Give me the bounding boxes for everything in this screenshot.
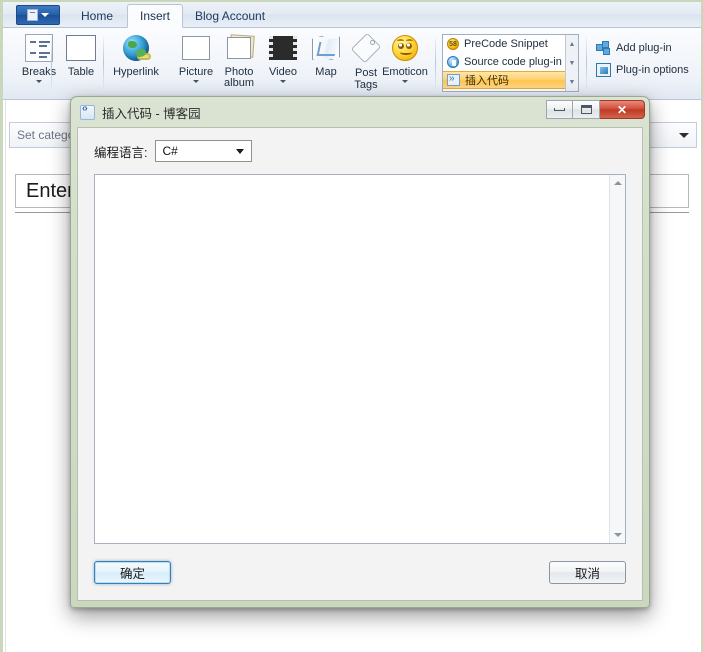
dialog-body: 编程语言: C# 确定 取消: [77, 127, 643, 601]
ribbon-button-hyperlink-label: Hyperlink: [113, 66, 159, 78]
gallery-item-source-code-plugin[interactable]: Source code plug-in: [443, 53, 578, 71]
tab-home[interactable]: Home: [69, 4, 125, 28]
gallery-item-source-code-plugin-label: Source code plug-in: [464, 56, 562, 68]
map-icon: [312, 31, 340, 65]
code-textarea-scrollbar[interactable]: [609, 175, 625, 543]
cancel-button[interactable]: 取消: [549, 561, 626, 584]
tab-insert-label: Insert: [140, 9, 171, 23]
minimize-icon: [554, 108, 565, 111]
ok-button-label: 确定: [119, 567, 145, 581]
precode-snippet-icon: 58: [447, 38, 459, 50]
editor-left-rule: [5, 100, 6, 652]
tag-icon: [350, 31, 382, 65]
scroll-up-arrow-icon[interactable]: [610, 175, 625, 191]
close-button[interactable]: ✕: [600, 100, 645, 119]
plugin-options-button[interactable]: Plug-in options: [593, 60, 692, 80]
ribbon-button-emoticon-label: Emoticon: [382, 66, 428, 78]
tab-home-label: Home: [81, 9, 114, 23]
group-separator: [435, 34, 436, 92]
ribbon-insert-panel: Breaks Table Hyperlink Picture Photo alb…: [3, 28, 701, 111]
ribbon-button-table-label: Table: [67, 66, 95, 78]
picture-icon: [182, 31, 210, 65]
ribbon-button-emoticon[interactable]: Emoticon: [377, 31, 433, 95]
gallery-item-precode-snippet-label: PreCode Snippet: [464, 38, 548, 50]
photo-album-icon: [224, 31, 255, 65]
tab-blog-account-label: Blog Account: [195, 9, 266, 23]
breaks-icon: [25, 31, 53, 65]
chevron-down-icon[interactable]: [36, 80, 42, 83]
emoticon-smiley-icon: [392, 31, 418, 65]
insert-code-plugin-icon: [447, 73, 460, 86]
tab-blog-account[interactable]: Blog Account: [183, 4, 277, 28]
dialog-title: 插入代码 - 博客园: [102, 106, 201, 121]
gallery-scrollbar[interactable]: ▲ ▼ ▼: [565, 35, 578, 91]
application-menu-icon: [27, 9, 38, 21]
language-label: 编程语言:: [94, 145, 148, 160]
table-icon: [66, 31, 96, 65]
insert-code-dialog-icon: [80, 103, 95, 120]
plugin-options-label: Plug-in options: [616, 64, 689, 76]
video-filmstrip-icon: [269, 31, 297, 65]
gallery-scroll-down-icon[interactable]: ▼: [566, 54, 578, 73]
add-plugin-button[interactable]: Add plug-in: [593, 38, 675, 58]
chevron-down-icon[interactable]: [193, 80, 199, 83]
chevron-down-icon[interactable]: [402, 80, 408, 83]
maximize-icon: [580, 105, 592, 114]
language-select-value: C#: [162, 144, 178, 158]
application-window: Home Insert Blog Account Breaks Table Hy…: [0, 0, 703, 652]
chevron-down-icon: [236, 148, 245, 154]
chevron-down-icon[interactable]: [679, 132, 689, 138]
gallery-item-precode-snippet[interactable]: 58 PreCode Snippet: [443, 35, 578, 53]
application-menu-button[interactable]: [16, 5, 60, 25]
close-icon: ✕: [616, 102, 628, 117]
cancel-button-label: 取消: [574, 567, 600, 581]
ok-button[interactable]: 确定: [94, 561, 171, 584]
ribbon-tab-strip: Home Insert Blog Account: [3, 2, 701, 28]
hyperlink-globe-icon: [123, 31, 151, 65]
source-code-plugin-icon: [447, 56, 459, 68]
chevron-down-icon: [41, 13, 49, 17]
gallery-expand-icon[interactable]: ▼: [566, 73, 578, 92]
language-row: 编程语言: C#: [94, 140, 253, 162]
ribbon-button-table[interactable]: Table: [53, 31, 109, 95]
insert-code-dialog: 插入代码 - 博客园 ✕ 编程语言: C#: [70, 96, 650, 608]
minimize-button[interactable]: [546, 100, 573, 119]
maximize-button[interactable]: [573, 100, 600, 119]
group-separator: [103, 34, 104, 92]
dialog-title-bar[interactable]: 插入代码 - 博客园 ✕: [71, 97, 649, 127]
group-separator: [51, 34, 52, 92]
gallery-item-insert-code-label: 插入代码: [465, 75, 509, 87]
window-buttons: ✕: [546, 100, 645, 119]
language-select[interactable]: C#: [155, 140, 253, 162]
puzzle-piece-icon: [596, 41, 611, 55]
plugin-options-icon: [596, 63, 611, 77]
group-separator: [586, 34, 587, 92]
chevron-down-icon[interactable]: [280, 80, 286, 83]
ribbon-button-hyperlink[interactable]: Hyperlink: [106, 31, 166, 95]
plugin-gallery[interactable]: 58 PreCode Snippet Source code plug-in 插…: [442, 34, 579, 92]
scroll-down-arrow-icon[interactable]: [610, 527, 625, 543]
gallery-item-insert-code[interactable]: 插入代码: [443, 71, 578, 89]
code-textarea[interactable]: [94, 174, 626, 544]
gallery-scroll-up-icon[interactable]: ▲: [566, 35, 578, 54]
tab-insert[interactable]: Insert: [127, 4, 184, 28]
add-plugin-label: Add plug-in: [616, 42, 672, 54]
